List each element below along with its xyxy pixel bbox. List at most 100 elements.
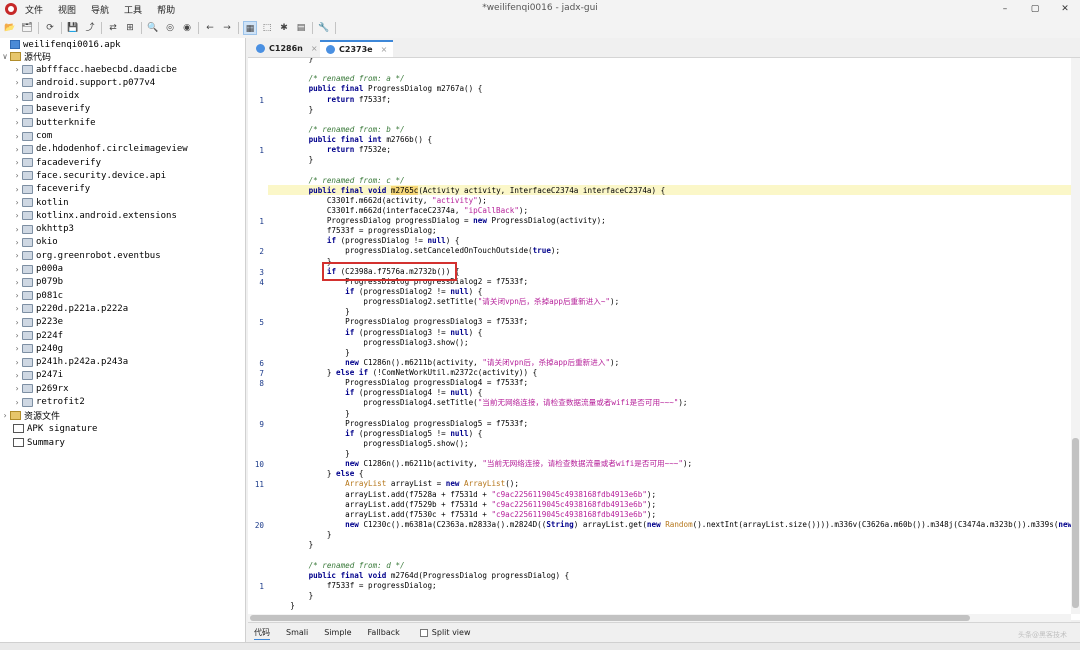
menu-item-4[interactable]: 帮助 — [155, 2, 177, 17]
tab-fallback[interactable]: Fallback — [368, 627, 400, 638]
vertical-scroll-thumb[interactable] — [1072, 438, 1079, 608]
search-icon[interactable]: 🔍 — [146, 21, 160, 35]
debug-icon[interactable]: ✱ — [277, 21, 291, 35]
chevron-right-icon[interactable]: › — [12, 171, 22, 180]
maximize-button[interactable]: ▢ — [1020, 0, 1050, 18]
tab-c2373e[interactable]: C2373e × — [320, 40, 394, 57]
chevron-right-icon[interactable]: › — [12, 145, 22, 154]
chevron-right-icon[interactable]: › — [12, 238, 22, 247]
tree-item-package[interactable]: › p081c — [12, 289, 64, 302]
code-editor[interactable]: 1 1 1 2 3 4 5 6 7 8 9 10 11 20 1 } /* renamed from: a … — [248, 58, 1080, 620]
tab-close-icon[interactable]: × — [381, 45, 388, 54]
tree-item-package[interactable]: › p241h.p242a.p243a — [12, 356, 129, 369]
chevron-right-icon[interactable]: › — [12, 65, 22, 74]
chevron-right-icon[interactable]: › — [12, 398, 22, 407]
forward-icon[interactable]: → — [220, 21, 234, 35]
settings-icon[interactable]: 🔧 — [317, 21, 331, 35]
find-class-icon[interactable]: ◎ — [163, 21, 177, 35]
split-view-checkbox[interactable] — [419, 628, 428, 637]
add-file-icon[interactable]: 🗂 — [20, 21, 34, 35]
tree-item-package[interactable]: › p240g — [12, 342, 64, 355]
tree-item-package[interactable]: › face.security.device.api — [12, 169, 166, 182]
tree-item-package[interactable]: › androidx — [12, 90, 80, 103]
menu-item-2[interactable]: 导航 — [89, 2, 111, 17]
vertical-scrollbar[interactable] — [1071, 58, 1080, 614]
package-icon — [22, 384, 33, 394]
tree-item-package[interactable]: › p247i — [12, 369, 64, 382]
chevron-right-icon[interactable]: › — [12, 384, 22, 393]
horizontal-scroll-thumb[interactable] — [250, 615, 970, 621]
tab-smali[interactable]: Smali — [286, 627, 308, 638]
tab-simple[interactable]: Simple — [324, 627, 351, 638]
chevron-right-icon[interactable]: › — [12, 331, 22, 340]
chevron-right-icon[interactable]: › — [12, 291, 22, 300]
tree-item-package[interactable]: › p000a — [12, 263, 64, 276]
tree-item-source[interactable]: ∨ 源代码 — [0, 50, 51, 63]
flatten-icon[interactable]: ⊞ — [123, 21, 137, 35]
chevron-right-icon[interactable]: › — [12, 251, 22, 260]
tree-item-package[interactable]: › kotlin — [12, 196, 69, 209]
tree-item-package[interactable]: › retrofit2 — [12, 396, 85, 409]
chevron-right-icon[interactable]: › — [12, 185, 22, 194]
tree-item-package[interactable]: › abfffacc.haebecbd.daadicbe — [12, 63, 177, 76]
find-usage-icon[interactable]: ◉ — [180, 21, 194, 35]
chevron-right-icon[interactable]: › — [12, 211, 22, 220]
quark-icon[interactable]: ⬚ — [260, 21, 274, 35]
tree-item-summary[interactable]: Summary — [3, 436, 65, 449]
tree-item-package[interactable]: › org.greenrobot.eventbus — [12, 249, 161, 262]
chevron-right-icon[interactable]: › — [12, 278, 22, 287]
chevron-right-icon[interactable]: › — [12, 105, 22, 114]
tree-item-package[interactable]: › de.hdodenhof.circleimageview — [12, 143, 188, 156]
tree-item-package[interactable]: › faceverify — [12, 183, 91, 196]
save-icon[interactable]: 💾 — [66, 21, 80, 35]
chevron-right-icon[interactable]: › — [12, 318, 22, 327]
tab-close-icon[interactable]: × — [311, 44, 318, 53]
chevron-right-icon[interactable]: › — [12, 198, 22, 207]
tree-item-package[interactable]: › p269rx — [12, 382, 69, 395]
menu-item-3[interactable]: 工具 — [122, 2, 144, 17]
chevron-right-icon[interactable]: › — [12, 158, 22, 167]
chevron-right-icon[interactable]: › — [12, 118, 22, 127]
chevron-down-icon[interactable]: ∨ — [0, 52, 10, 61]
export-icon[interactable]: ⤴ — [83, 21, 97, 35]
menu-item-0[interactable]: 文件 — [23, 2, 45, 17]
tree-item-package[interactable]: › p224f — [12, 329, 64, 342]
tree-item-package[interactable]: › com — [12, 130, 53, 143]
open-file-icon[interactable]: 📂 — [3, 21, 17, 35]
tree-item-signature[interactable]: APK signature — [3, 422, 97, 435]
close-button[interactable]: ✕ — [1050, 0, 1080, 18]
tree-item-package[interactable]: › p079b — [12, 276, 64, 289]
deobfuscation-icon[interactable]: ▦ — [243, 21, 257, 35]
horizontal-scrollbar[interactable] — [248, 614, 1071, 622]
code-line: } — [272, 540, 314, 550]
tree-item-package[interactable]: › okhttp3 — [12, 223, 74, 236]
log-icon[interactable]: ▤ — [294, 21, 308, 35]
toolbar-separator — [141, 22, 142, 34]
back-icon[interactable]: ← — [203, 21, 217, 35]
tab-code[interactable]: 代码 — [254, 626, 270, 640]
chevron-right-icon[interactable]: › — [12, 371, 22, 380]
tree-item-package[interactable]: › butterknife — [12, 116, 96, 129]
tree-item-package[interactable]: › p220d.p221a.p222a — [12, 302, 129, 315]
chevron-right-icon[interactable]: › — [12, 265, 22, 274]
chevron-right-icon[interactable]: › — [12, 92, 22, 101]
tree-item-package[interactable]: › android.support.p077v4 — [12, 76, 156, 89]
chevron-right-icon[interactable]: › — [12, 78, 22, 87]
chevron-right-icon[interactable]: › — [12, 132, 22, 141]
minimize-button[interactable]: – — [990, 0, 1020, 18]
chevron-right-icon[interactable]: › — [12, 304, 22, 313]
reload-icon[interactable]: ⟳ — [43, 21, 57, 35]
chevron-right-icon[interactable]: › — [12, 344, 22, 353]
sync-icon[interactable]: ⇄ — [106, 21, 120, 35]
tree-item-package[interactable]: › kotlinx.android.extensions — [12, 209, 177, 222]
chevron-right-icon[interactable]: › — [12, 225, 22, 234]
chevron-right-icon[interactable]: › — [12, 358, 22, 367]
tree-item-package[interactable]: › facadeverify — [12, 156, 101, 169]
tree-item-package[interactable]: › p223e — [12, 316, 64, 329]
tab-c1286n[interactable]: C1286n × — [250, 40, 324, 57]
tree-item-package[interactable]: › okio — [12, 236, 58, 249]
tree-item-resources[interactable]: › 资源文件 — [0, 409, 60, 422]
tree-item-package[interactable]: › baseverify — [12, 103, 91, 116]
chevron-right-icon[interactable]: › — [0, 411, 10, 420]
menu-item-1[interactable]: 视图 — [56, 2, 78, 17]
